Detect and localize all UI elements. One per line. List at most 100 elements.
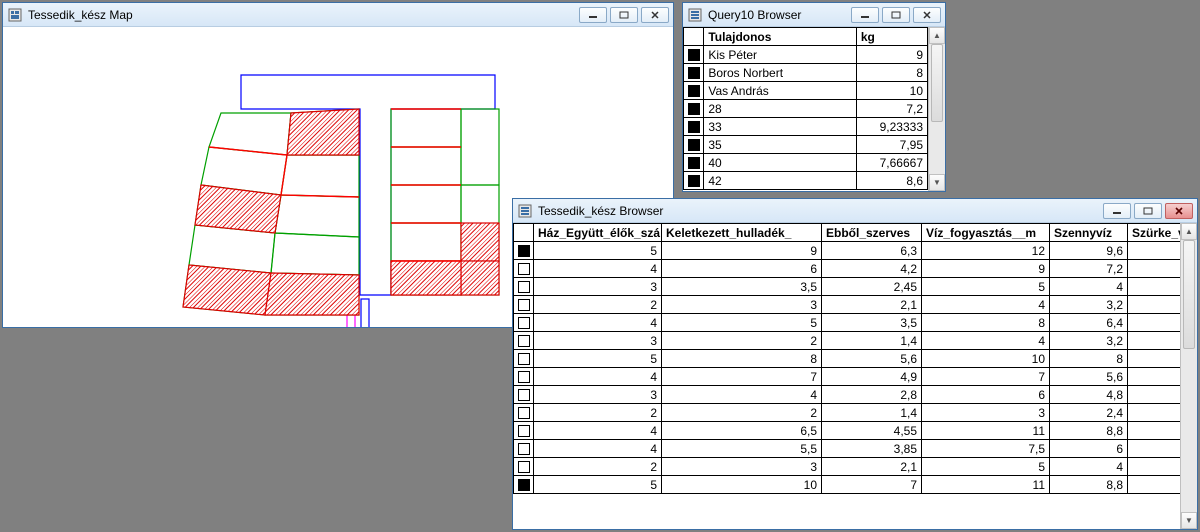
cell[interactable]: 2 (662, 332, 822, 350)
cell[interactable] (1128, 242, 1181, 260)
big-table-wrap[interactable]: Ház_Együtt_élők_szá Keletkezett_hulladék… (513, 223, 1180, 529)
table-row[interactable]: 453,586,4 (514, 314, 1181, 332)
row-unselected-icon[interactable] (518, 407, 530, 419)
cell[interactable]: 7 (662, 368, 822, 386)
cell[interactable] (1128, 386, 1181, 404)
row-selected-icon[interactable] (688, 157, 700, 169)
maximize-button[interactable] (610, 7, 638, 23)
cell[interactable]: 5 (534, 476, 662, 494)
col-ebbol-szerves[interactable]: Ebből_szerves (822, 224, 922, 242)
row-unselected-icon[interactable] (518, 281, 530, 293)
cell[interactable]: 2 (534, 296, 662, 314)
cell[interactable] (1128, 440, 1181, 458)
cell[interactable]: 35 (704, 136, 857, 154)
vertical-scrollbar[interactable]: ▲ ▼ (1180, 223, 1197, 529)
cell[interactable]: 3 (534, 278, 662, 296)
row-selector[interactable] (684, 64, 704, 82)
cell[interactable]: 42 (704, 172, 857, 190)
table-row[interactable]: 321,443,2 (514, 332, 1181, 350)
row-selector[interactable] (514, 404, 534, 422)
row-unselected-icon[interactable] (518, 317, 530, 329)
cell[interactable]: 5 (922, 458, 1050, 476)
table-row[interactable]: 45,53,857,56 (514, 440, 1181, 458)
cell[interactable]: 3 (534, 386, 662, 404)
cell[interactable]: Vas András (704, 82, 857, 100)
row-unselected-icon[interactable] (518, 425, 530, 437)
col-kg[interactable]: kg (856, 28, 927, 46)
row-unselected-icon[interactable] (518, 443, 530, 455)
cell[interactable] (1128, 332, 1181, 350)
scroll-thumb[interactable] (1183, 240, 1195, 349)
cell[interactable]: Boros Norbert (704, 64, 857, 82)
table-row[interactable]: 342,864,8 (514, 386, 1181, 404)
cell[interactable]: 5,6 (1050, 368, 1128, 386)
row-selector[interactable] (514, 422, 534, 440)
row-selector[interactable] (514, 296, 534, 314)
table-row[interactable]: 428,6 (684, 172, 928, 190)
row-selector[interactable] (684, 136, 704, 154)
maximize-button[interactable] (1134, 203, 1162, 219)
row-selector[interactable] (514, 368, 534, 386)
table-row[interactable]: 46,54,55118,8 (514, 422, 1181, 440)
cell[interactable]: 4,8 (1050, 386, 1128, 404)
cell[interactable]: 7 (822, 476, 922, 494)
cell[interactable]: 9 (856, 46, 927, 64)
col-haz-egyutt[interactable]: Ház_Együtt_élők_szá (534, 224, 662, 242)
cell[interactable]: 40 (704, 154, 857, 172)
cell[interactable]: 3 (662, 296, 822, 314)
cell[interactable]: 4 (922, 332, 1050, 350)
cell[interactable]: 6,3 (822, 242, 922, 260)
cell[interactable]: 2,45 (822, 278, 922, 296)
row-selector[interactable] (514, 242, 534, 260)
row-selector[interactable] (684, 46, 704, 64)
cell[interactable]: 2,4 (1050, 404, 1128, 422)
cell[interactable]: 6,4 (1050, 314, 1128, 332)
cell[interactable]: 9,23333 (856, 118, 927, 136)
cell[interactable]: 4 (1050, 278, 1128, 296)
row-selected-icon[interactable] (518, 479, 530, 491)
row-selector[interactable] (514, 440, 534, 458)
row-selector[interactable] (684, 100, 704, 118)
cell[interactable]: 8,8 (1050, 476, 1128, 494)
row-selector[interactable] (514, 314, 534, 332)
row-selected-icon[interactable] (688, 103, 700, 115)
big-table[interactable]: Ház_Együtt_élők_szá Keletkezett_hulladék… (513, 223, 1180, 494)
cell[interactable]: 6 (922, 386, 1050, 404)
row-unselected-icon[interactable] (518, 371, 530, 383)
scroll-up-button[interactable]: ▲ (929, 27, 945, 44)
cell[interactable]: 10 (856, 82, 927, 100)
cell[interactable]: 3,5 (822, 314, 922, 332)
cell[interactable]: 2,1 (822, 458, 922, 476)
cell[interactable]: 7,95 (856, 136, 927, 154)
scroll-down-button[interactable]: ▼ (929, 174, 945, 191)
query-titlebar[interactable]: Query10 Browser (683, 3, 945, 27)
cell[interactable]: 2,1 (822, 296, 922, 314)
cell[interactable]: 10 (922, 350, 1050, 368)
close-button[interactable] (913, 7, 941, 23)
cell[interactable]: 6 (662, 260, 822, 278)
cell[interactable]: 4 (534, 368, 662, 386)
row-selector[interactable] (514, 476, 534, 494)
cell[interactable]: 4 (534, 260, 662, 278)
row-selected-icon[interactable] (688, 139, 700, 151)
cell[interactable]: 1,4 (822, 404, 922, 422)
cell[interactable]: 8,8 (1050, 422, 1128, 440)
table-row[interactable]: 464,297,2 (514, 260, 1181, 278)
close-button[interactable] (1165, 203, 1193, 219)
vertical-scrollbar[interactable]: ▲ ▼ (928, 27, 945, 191)
maximize-button[interactable] (882, 7, 910, 23)
query-table[interactable]: Tulajdonos kg Kis Péter9Boros Norbert8Va… (683, 27, 928, 190)
row-selector[interactable] (684, 118, 704, 136)
cell[interactable]: 4,55 (822, 422, 922, 440)
cell[interactable]: 4 (534, 314, 662, 332)
col-szennyviz[interactable]: Szennyvíz (1050, 224, 1128, 242)
cell[interactable]: 3,2 (1050, 332, 1128, 350)
row-selector[interactable] (684, 172, 704, 190)
cell[interactable]: Kis Péter (704, 46, 857, 64)
row-selected-icon[interactable] (688, 49, 700, 61)
minimize-button[interactable] (851, 7, 879, 23)
query-table-wrap[interactable]: Tulajdonos kg Kis Péter9Boros Norbert8Va… (683, 27, 928, 191)
cell[interactable]: 9 (922, 260, 1050, 278)
cell[interactable]: 5 (662, 314, 822, 332)
cell[interactable]: 4 (534, 422, 662, 440)
